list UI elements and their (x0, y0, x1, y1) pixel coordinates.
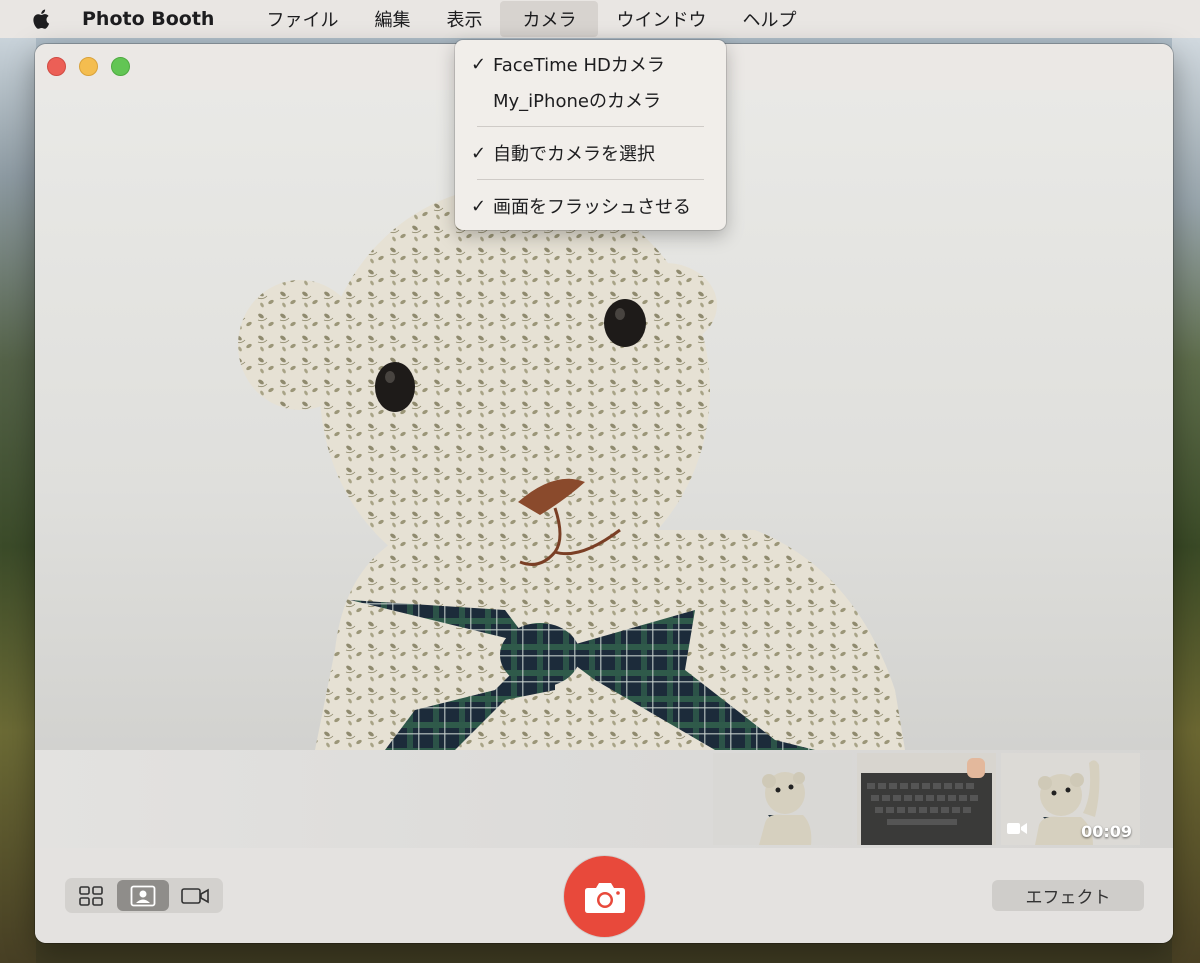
menu-item-iphone-camera[interactable]: My_iPhoneのカメラ (455, 82, 726, 118)
single-photo-mode-button[interactable] (117, 880, 169, 911)
menu-edit[interactable]: 編集 (356, 0, 428, 38)
video-mode-button[interactable] (169, 880, 221, 911)
video-camera-icon (181, 887, 209, 904)
mode-selector (65, 878, 223, 913)
menu-item-label: FaceTime HDカメラ (493, 55, 665, 76)
video-camera-icon (1007, 820, 1027, 839)
checkmark-icon: ✓ (471, 195, 487, 217)
menu-item-label: My_iPhoneのカメラ (493, 91, 661, 112)
checkmark-icon: ✓ (471, 53, 487, 75)
desktop-wallpaper-left (0, 38, 36, 963)
take-photo-button[interactable] (564, 856, 645, 937)
menu-app-name[interactable]: Photo Booth (82, 8, 214, 30)
four-up-mode-button[interactable] (65, 880, 117, 911)
menu-file[interactable]: ファイル (248, 0, 356, 38)
camera-dropdown-menu: ✓ FaceTime HDカメラ My_iPhoneのカメラ ✓ 自動でカメラを… (455, 40, 726, 230)
apple-logo-icon[interactable] (32, 8, 52, 30)
menu-item-flash-screen[interactable]: ✓ 画面をフラッシュさせる (455, 188, 726, 224)
menu-item-auto-select-camera[interactable]: ✓ 自動でカメラを選択 (455, 135, 726, 171)
thumbnail-photo[interactable] (857, 753, 996, 845)
checkmark-icon: ✓ (471, 142, 487, 164)
close-button[interactable] (47, 57, 66, 76)
menu-help[interactable]: ヘルプ (724, 0, 814, 38)
desktop-wallpaper-right (1172, 38, 1200, 963)
portrait-icon (130, 885, 156, 906)
photo-strip: 00:09 (35, 750, 1173, 848)
menu-separator (477, 126, 704, 127)
minimize-button[interactable] (79, 57, 98, 76)
thumbnail-photo[interactable] (713, 753, 852, 845)
thumbnail-video[interactable]: 00:09 (1001, 753, 1140, 845)
menu-view[interactable]: 表示 (428, 0, 500, 38)
menu-item-label: 画面をフラッシュさせる (493, 197, 691, 218)
keyboard-thumbnail-icon (857, 753, 996, 845)
bottom-toolbar: エフェクト (35, 848, 1173, 943)
camera-icon (584, 882, 625, 913)
video-duration: 00:09 (1081, 822, 1132, 841)
menu-window[interactable]: ウインドウ (598, 0, 724, 38)
menu-camera[interactable]: カメラ (500, 1, 599, 37)
grid-icon (79, 885, 103, 906)
maximize-button[interactable] (111, 57, 130, 76)
menu-item-label: 自動でカメラを選択 (493, 144, 655, 165)
menu-item-facetime-camera[interactable]: ✓ FaceTime HDカメラ (455, 46, 726, 82)
menu-bar: Photo Booth ファイル 編集 表示 カメラ ウインドウ ヘルプ (0, 0, 1200, 38)
effects-button[interactable]: エフェクト (992, 880, 1144, 911)
teddy-bear-thumbnail-icon (759, 772, 812, 845)
menu-separator (477, 179, 704, 180)
